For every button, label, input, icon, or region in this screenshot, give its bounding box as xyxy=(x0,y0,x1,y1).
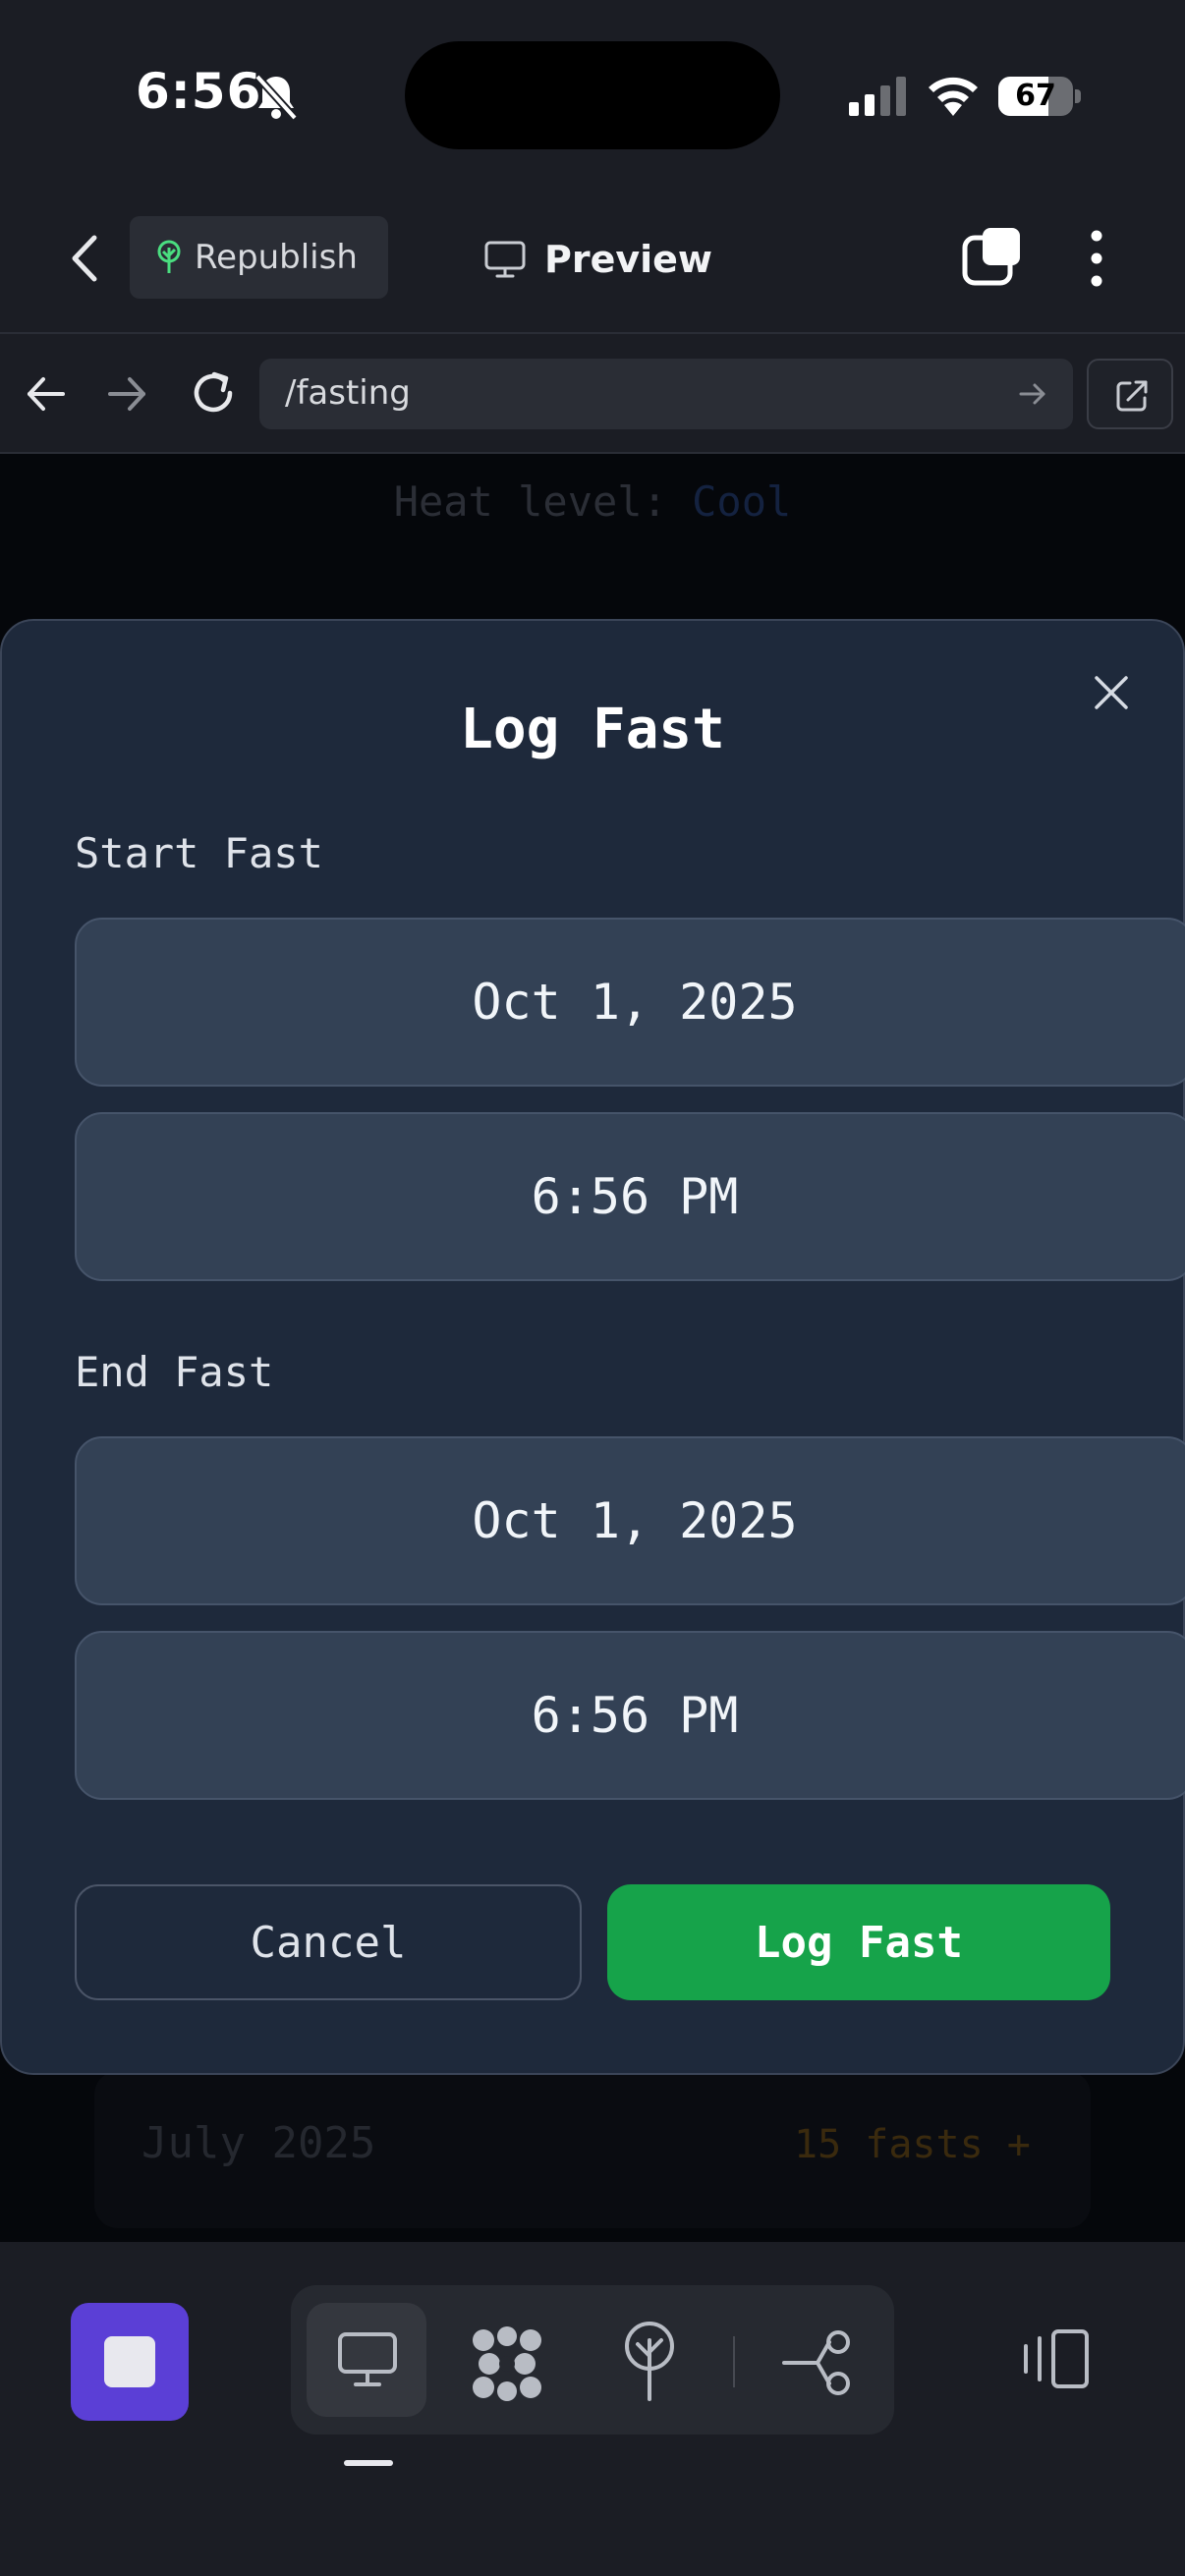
preview-label: Preview xyxy=(544,238,713,281)
stop-button[interactable] xyxy=(71,2303,189,2421)
wifi-icon xyxy=(929,77,978,116)
start-date-field[interactable]: Oct 1, 2025 xyxy=(75,918,1185,1087)
dock-icon[interactable] xyxy=(1020,2328,1091,2389)
url-text[interactable]: /fasting xyxy=(285,373,411,413)
go-arrow-icon[interactable] xyxy=(1016,377,1049,411)
heat-level-prefix: Heat level: xyxy=(393,477,693,526)
end-fast-label: End Fast xyxy=(75,1348,274,1396)
toolbar-divider xyxy=(733,2336,735,2387)
heat-level-text: Heat level: Cool xyxy=(0,477,1185,526)
tree-icon xyxy=(157,240,181,273)
republish-button[interactable]: Republish xyxy=(130,216,388,299)
battery-percent: 67 xyxy=(1015,79,1056,113)
desktop-icon xyxy=(338,2332,397,2386)
bell-slash-icon xyxy=(254,74,298,121)
cancel-button[interactable]: Cancel xyxy=(75,1884,582,2000)
heat-level-value: Cool xyxy=(692,477,792,526)
reload-icon[interactable] xyxy=(189,367,238,419)
start-fast-label: Start Fast xyxy=(75,829,323,877)
active-tab-indicator xyxy=(344,2460,393,2466)
status-time: 6:56 xyxy=(136,63,262,120)
dynamic-island xyxy=(405,41,780,149)
arrow-right-icon[interactable] xyxy=(104,371,151,417)
cellular-signal-icon xyxy=(849,77,906,116)
chevron-left-icon[interactable] xyxy=(59,226,108,291)
desktop-tab[interactable] xyxy=(307,2303,426,2417)
arrow-left-icon[interactable] xyxy=(22,371,69,417)
month-fast-count: 15 fasts + xyxy=(794,2122,1031,2167)
modal-title: Log Fast xyxy=(460,698,725,761)
deploy-icon[interactable] xyxy=(621,2321,678,2401)
connect-icon[interactable] xyxy=(782,2328,853,2397)
log-fast-button[interactable]: Log Fast xyxy=(607,1884,1110,2000)
start-time-field[interactable]: 6:56 PM xyxy=(75,1112,1185,1281)
monitor-icon xyxy=(484,241,526,278)
republish-label: Republish xyxy=(195,238,358,277)
battery-icon: 67 xyxy=(998,77,1081,116)
open-external-button[interactable] xyxy=(1087,359,1173,429)
month-label: July 2025 xyxy=(141,2118,376,2168)
end-date-field[interactable]: Oct 1, 2025 xyxy=(75,1436,1185,1605)
open-external-icon xyxy=(1116,380,1148,412)
preview-button[interactable]: Preview xyxy=(483,230,712,289)
stop-icon xyxy=(104,2336,155,2387)
tabs-icon[interactable] xyxy=(961,226,1022,287)
end-time-field[interactable]: 6:56 PM xyxy=(75,1631,1185,1800)
agents-icon[interactable] xyxy=(470,2326,544,2401)
more-vertical-icon[interactable] xyxy=(1075,226,1118,291)
